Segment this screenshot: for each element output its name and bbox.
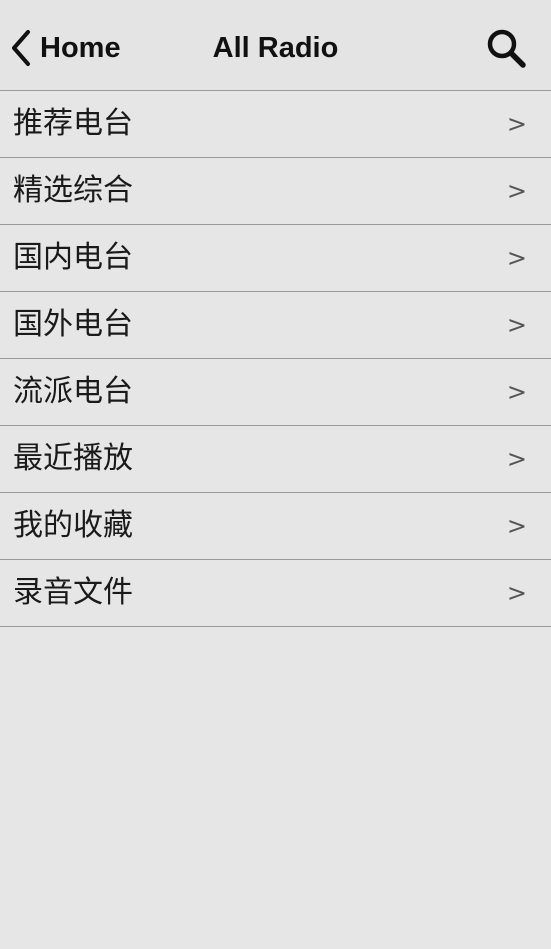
chevron-right-icon: > <box>506 110 527 138</box>
search-button[interactable] <box>485 27 527 69</box>
list-item-label: 流派电台 <box>13 374 133 409</box>
list-item-recommended[interactable]: 推荐电台 > <box>0 91 551 158</box>
chevron-right-icon: > <box>506 177 527 205</box>
list-item-label: 推荐电台 <box>13 106 133 141</box>
back-button[interactable]: Home <box>10 28 121 68</box>
list-item-featured[interactable]: 精选综合 > <box>0 158 551 225</box>
chevron-right-icon: > <box>506 244 527 272</box>
chevron-left-icon <box>10 29 32 67</box>
list-item-label: 国外电台 <box>13 307 133 342</box>
chevron-right-icon: > <box>506 579 527 607</box>
chevron-right-icon: > <box>506 512 527 540</box>
chevron-right-icon: > <box>506 378 527 406</box>
list-item-label: 国内电台 <box>13 240 133 275</box>
chevron-right-icon: > <box>506 311 527 339</box>
chevron-right-icon: > <box>506 445 527 473</box>
list-item-recordings[interactable]: 录音文件 > <box>0 560 551 627</box>
list-item-label: 我的收藏 <box>13 508 133 543</box>
list-item-international[interactable]: 国外电台 > <box>0 292 551 359</box>
radio-category-list: 推荐电台 > 精选综合 > 国内电台 > 国外电台 > 流派电台 > 最近播放 … <box>0 91 551 627</box>
nav-bar: Home All Radio <box>0 0 551 91</box>
back-label: Home <box>40 31 121 64</box>
list-item-label: 录音文件 <box>13 575 133 610</box>
list-item-recent[interactable]: 最近播放 > <box>0 426 551 493</box>
list-item-label: 精选综合 <box>13 173 133 208</box>
list-item-favorites[interactable]: 我的收藏 > <box>0 493 551 560</box>
search-icon <box>485 27 527 69</box>
list-item-genre[interactable]: 流派电台 > <box>0 359 551 426</box>
list-item-label: 最近播放 <box>13 441 133 476</box>
list-item-domestic[interactable]: 国内电台 > <box>0 225 551 292</box>
